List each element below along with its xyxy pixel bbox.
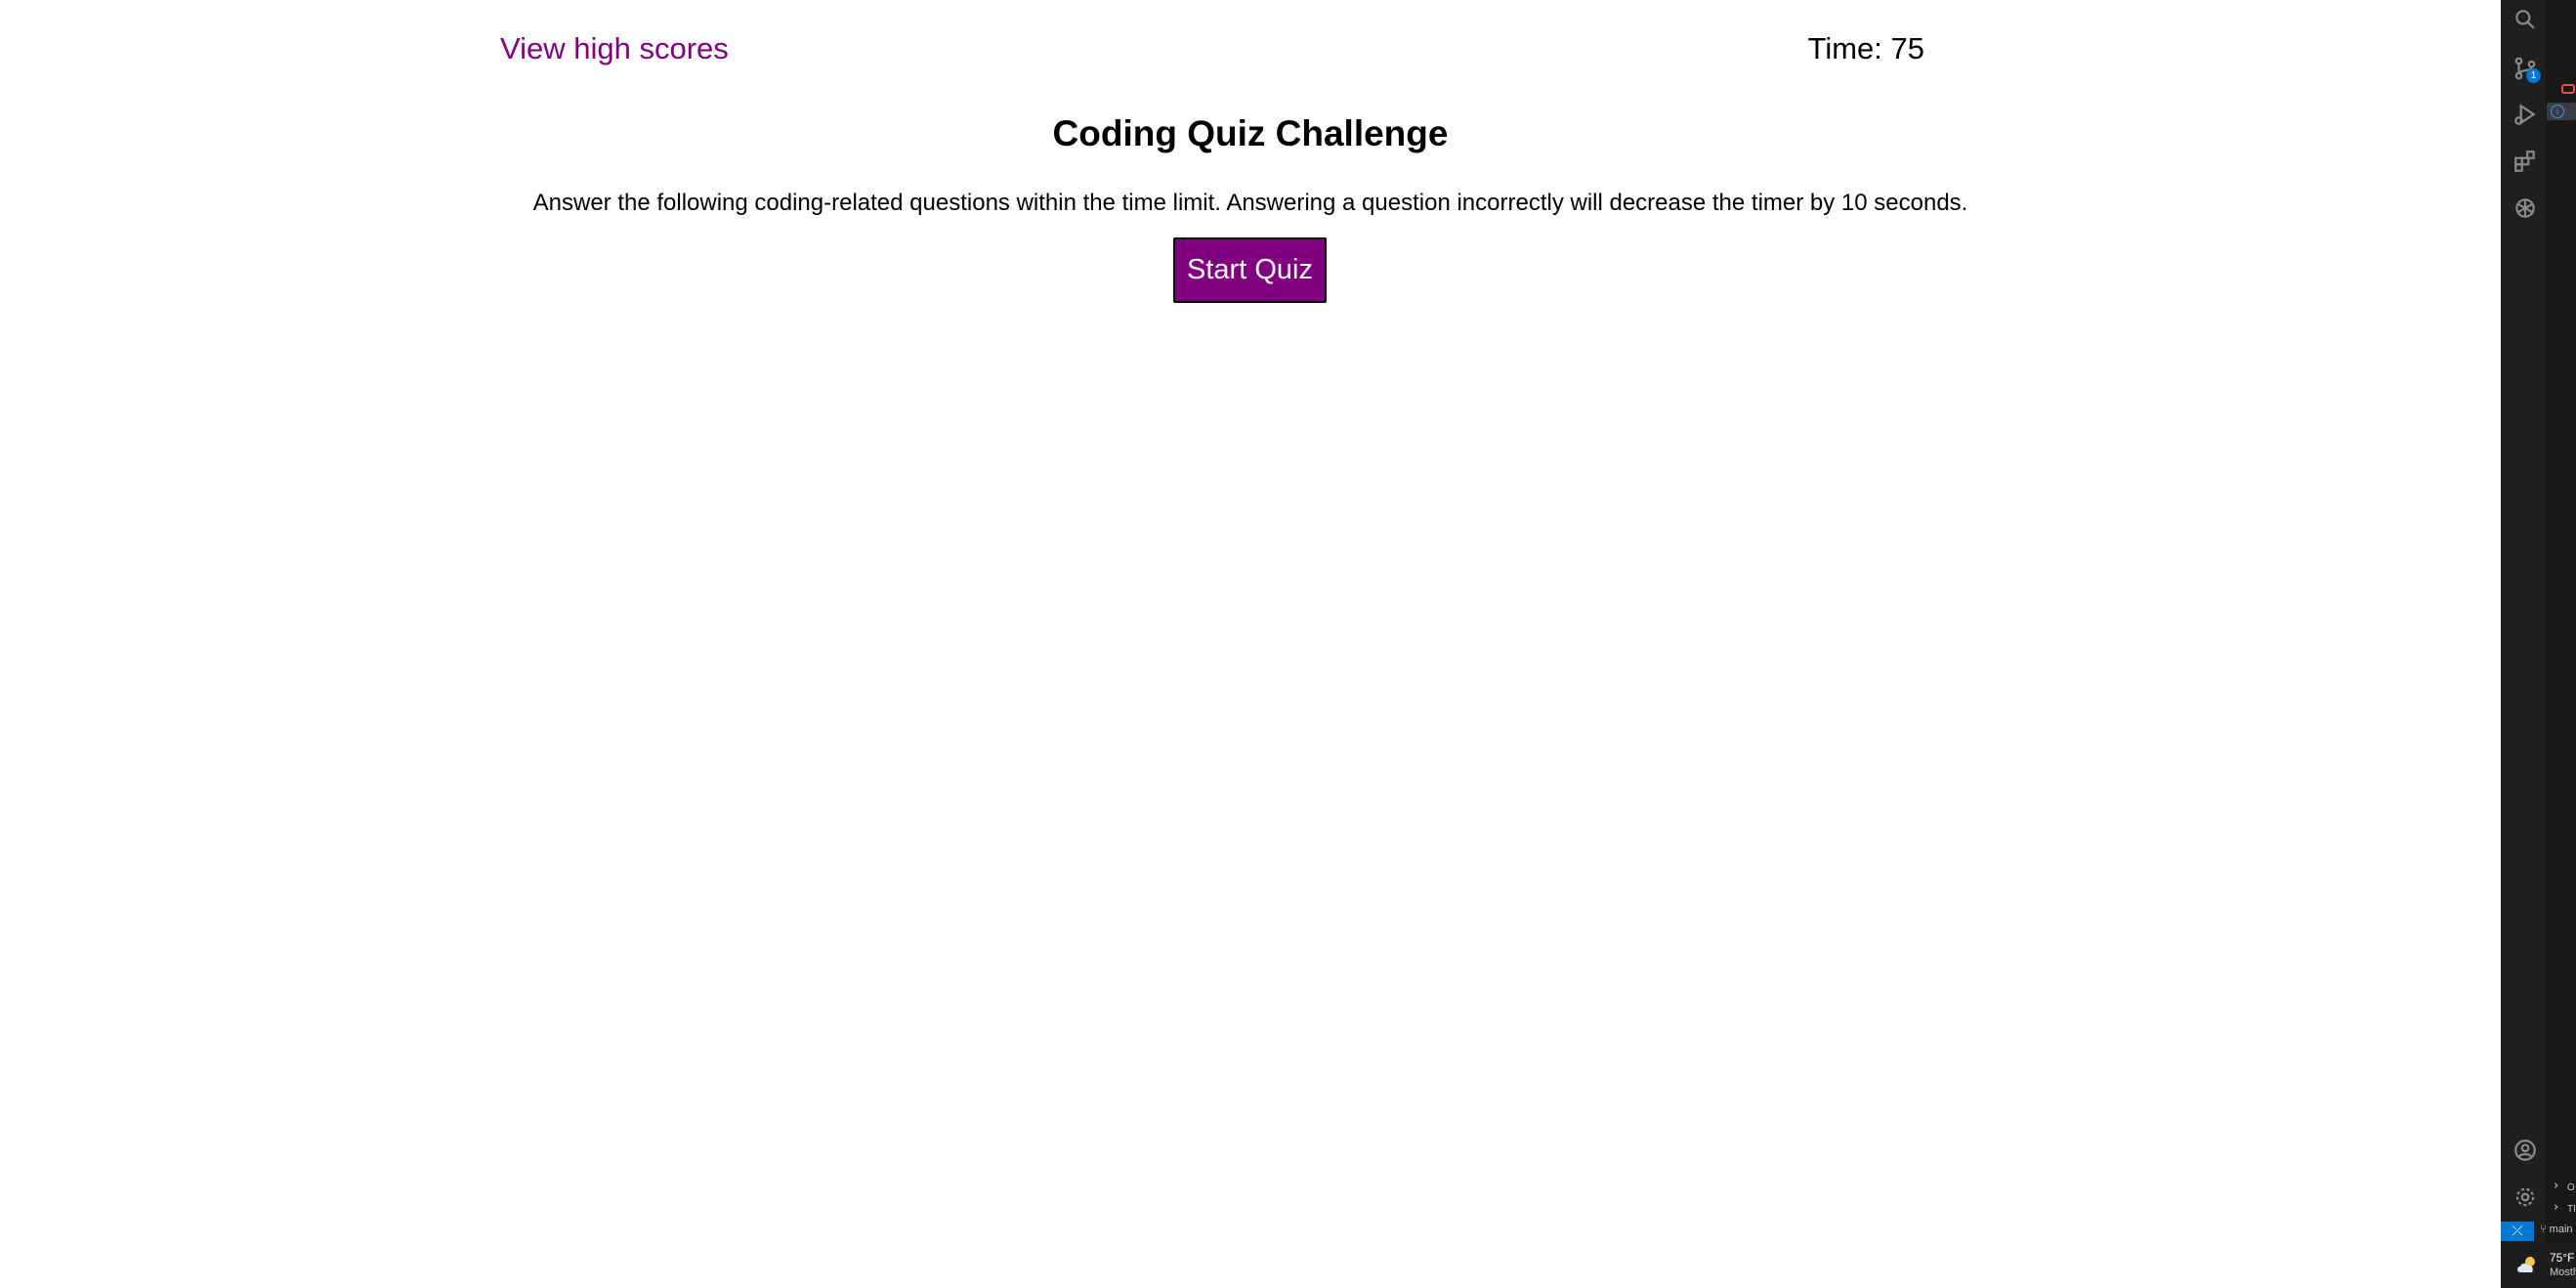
account-icon[interactable] [2511, 1136, 2540, 1165]
panel-item-label[interactable]: TI [2567, 1204, 2576, 1215]
quiz-title: Coding Quiz Challenge [1052, 113, 1449, 153]
error-marker-icon [2561, 84, 2575, 94]
run-debug-icon[interactable] [2511, 100, 2540, 129]
start-quiz-button[interactable]: Start Quiz [1173, 237, 1327, 303]
chevron-right-icon[interactable]: › [2554, 1179, 2558, 1193]
quiz-page: View high scores Time: 75 Coding Quiz Ch… [0, 0, 2501, 1288]
search-icon[interactable] [2511, 5, 2540, 34]
quiz-description: Answer the following coding-related ques… [532, 190, 1968, 216]
chevron-right-icon[interactable]: › [2554, 1200, 2558, 1215]
view-high-scores-link[interactable]: View high scores [500, 33, 729, 64]
source-control-badge: 1 [2526, 68, 2541, 83]
screen: View high scores Time: 75 Coding Quiz Ch… [0, 0, 2576, 1288]
side-panel-edge [2546, 0, 2576, 1288]
branch-name: main [2549, 1224, 2573, 1235]
branch-icon: ⑂ [2540, 1224, 2547, 1235]
timer-display: Time: 75 [1807, 31, 1924, 65]
weather-condition: Mostly [2550, 1267, 2576, 1278]
weather-temperature: 75°F [2550, 1251, 2575, 1265]
info-chip[interactable]: i [2547, 103, 2576, 120]
extensions-icon[interactable] [2511, 147, 2540, 176]
panel-item-label[interactable]: O [2567, 1182, 2575, 1193]
git-branch[interactable]: ⑂ main [2540, 1224, 2573, 1235]
cloudy-weather-icon [2517, 1257, 2535, 1272]
settings-gear-icon[interactable] [2511, 1182, 2540, 1212]
weather-widget[interactable]: 75°F Mostly [2501, 1243, 2576, 1288]
info-icon: i [2551, 105, 2564, 118]
chatgpt-icon[interactable] [2511, 193, 2540, 223]
remote-indicator-icon[interactable]: ⤫ [2501, 1222, 2534, 1241]
